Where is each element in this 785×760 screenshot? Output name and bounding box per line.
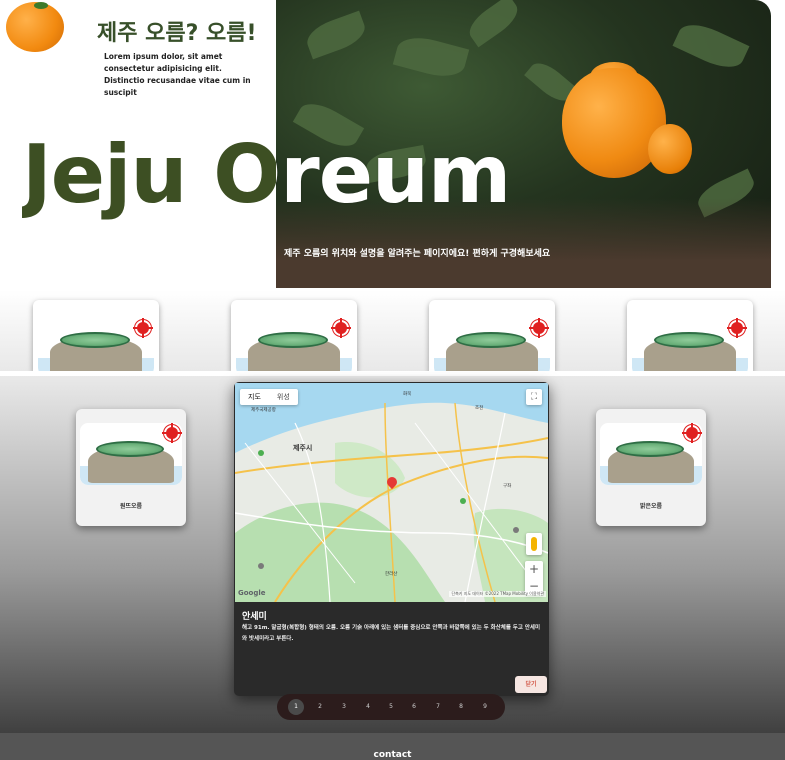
- oreum-card[interactable]: [627, 300, 753, 372]
- page-button-7[interactable]: 7: [430, 699, 446, 715]
- page-button-9[interactable]: 9: [477, 699, 493, 715]
- street-view-pegman-icon[interactable]: [526, 533, 542, 555]
- oreum-card-name: 원뜨오름: [119, 503, 143, 510]
- map-type-map-button[interactable]: 지도: [240, 389, 269, 405]
- footer: contact: [0, 733, 785, 760]
- big-title: Jeju Oreum Jeju Oreum: [0, 128, 785, 224]
- map-label: 한라산: [385, 572, 398, 577]
- hero-caption: 제주 오름의 위치와 설명을 알려주는 페이지에요! 편하게 구경해보세요: [284, 249, 551, 259]
- map-label: 제주시: [293, 444, 313, 452]
- oreum-card-right[interactable]: 밝은오름: [596, 409, 706, 526]
- page-button-1[interactable]: 1: [288, 699, 304, 715]
- page-button-4[interactable]: 4: [360, 699, 376, 715]
- oreum-description: 해고 91m. 말굽형(복합형) 형태의 오름. 오름 기슭 아래에 있는 샘터…: [242, 625, 541, 642]
- page-button-8[interactable]: 8: [453, 699, 469, 715]
- oreum-card-left[interactable]: 원뜨오름: [76, 409, 186, 526]
- zoom-in-button[interactable]: +: [525, 561, 543, 578]
- oreum-detail-modal: 제주시 제주국제공항 화북 조천 구좌 한라산 지도 위성 ⛶ + − Goog…: [234, 382, 549, 696]
- hero-section: 제주 오름? 오름! Lorem ipsum dolor, sit amet c…: [0, 0, 785, 290]
- map-label: 구좌: [503, 484, 512, 489]
- page-button-2[interactable]: 2: [312, 699, 328, 715]
- hero-subtitle: Lorem ipsum dolor, sit amet consectetur …: [104, 52, 251, 97]
- oreum-card-name: 밝은오름: [639, 503, 663, 510]
- google-logo: Google: [238, 589, 266, 597]
- fullscreen-icon[interactable]: ⛶: [526, 389, 542, 405]
- zoom-control: + −: [525, 561, 543, 595]
- google-map[interactable]: 제주시 제주국제공항 화북 조천 구좌 한라산 지도 위성 ⛶ + − Goog…: [235, 383, 548, 602]
- oreum-card[interactable]: [429, 300, 555, 372]
- map-type-satellite-button[interactable]: 위성: [269, 389, 298, 405]
- page-button-5[interactable]: 5: [383, 699, 399, 715]
- map-label: 제주국제공항: [251, 408, 276, 413]
- page-title: 제주 오름? 오름!: [97, 21, 257, 46]
- oreum-carousel-strip: [0, 290, 785, 372]
- page-button-6[interactable]: 6: [406, 699, 422, 715]
- location-pin-icon[interactable]: [387, 477, 397, 491]
- map-canvas: [235, 383, 548, 602]
- map-type-control: 지도 위성: [240, 389, 298, 405]
- map-label: 화북: [403, 392, 412, 397]
- orange-logo-icon[interactable]: [6, 2, 64, 52]
- oreum-card[interactable]: [231, 300, 357, 372]
- contact-link[interactable]: contact: [0, 750, 785, 760]
- map-label: 조천: [475, 406, 484, 411]
- close-button[interactable]: 닫기: [515, 676, 547, 693]
- oreum-card[interactable]: [33, 300, 159, 372]
- pagination: 1 2 3 4 5 6 7 8 9: [277, 694, 505, 720]
- oreum-title: 안세미: [242, 612, 267, 622]
- map-attribution[interactable]: 단축키 지도 데이터 ©2022 TMap Mobility 이용약관: [449, 591, 546, 597]
- page-button-3[interactable]: 3: [336, 699, 352, 715]
